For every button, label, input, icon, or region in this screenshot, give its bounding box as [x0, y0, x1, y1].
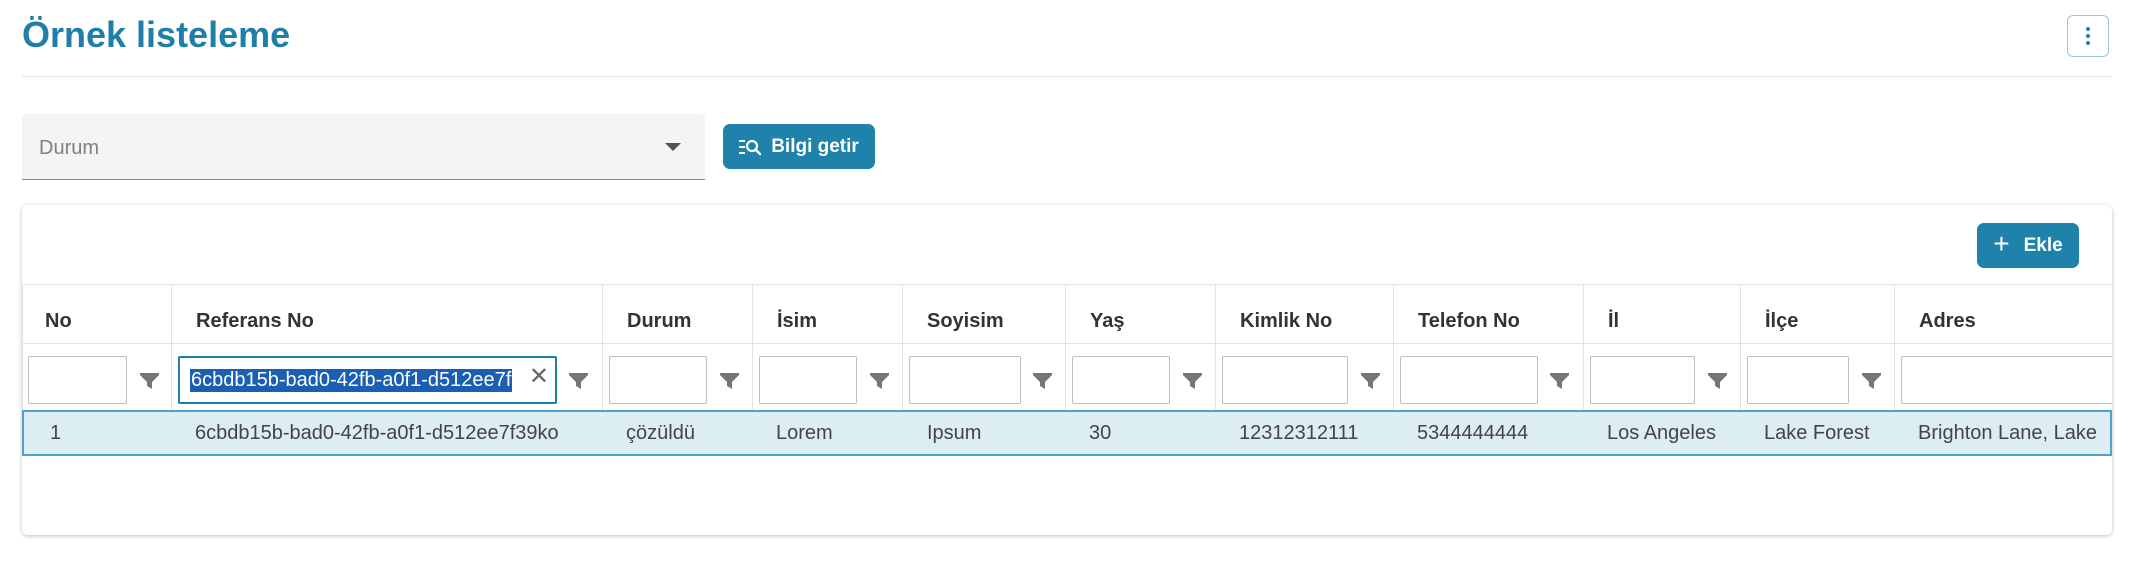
- filter-icon[interactable]: [1550, 373, 1569, 389]
- filter-input-address[interactable]: [1901, 356, 2112, 404]
- header-phone-no[interactable]: Telefon No: [1418, 310, 1520, 333]
- filter-input-id-no[interactable]: [1222, 356, 1348, 404]
- status-select-placeholder: Durum: [39, 137, 100, 159]
- column-district: İlçe: [1740, 284, 1894, 410]
- cell-status: çözüldü: [626, 422, 695, 444]
- add-button[interactable]: + Ekle: [1977, 223, 2079, 268]
- cell-surname: Ipsum: [927, 422, 982, 444]
- more-options-button[interactable]: [2067, 15, 2109, 57]
- filter-input-reference-no[interactable]: 6cbdb15b-bad0-42fb-a0f1-d512ee7f ✕: [178, 356, 557, 404]
- filter-icon[interactable]: [720, 373, 739, 389]
- column-id-no: Kimlik No: [1215, 284, 1393, 410]
- cell-age: 30: [1089, 422, 1112, 444]
- list-search-icon: [739, 139, 762, 155]
- column-no: No: [22, 284, 171, 410]
- filter-input-no[interactable]: [28, 356, 127, 404]
- add-label: Ekle: [2023, 234, 2063, 256]
- filter-icon[interactable]: [569, 373, 588, 389]
- cell-name: Lorem: [776, 422, 833, 444]
- filter-icon[interactable]: [1183, 373, 1202, 389]
- filter-selected-text: 6cbdb15b-bad0-42fb-a0f1-d512ee7f: [190, 369, 513, 392]
- filter-input-phone-no[interactable]: [1400, 356, 1538, 404]
- clear-icon[interactable]: ✕: [529, 365, 549, 389]
- header-status[interactable]: Durum: [627, 310, 691, 333]
- header-no[interactable]: No: [45, 310, 72, 333]
- data-card: + Ekle No Referans No 6cbdb15b-bad0-42fb…: [22, 205, 2112, 535]
- cell-phone-no: 5344444444: [1417, 422, 1529, 444]
- header-age[interactable]: Yaş: [1090, 310, 1124, 333]
- filter-icon[interactable]: [1862, 373, 1881, 389]
- filter-input-status[interactable]: [609, 356, 707, 404]
- filter-icon[interactable]: [1361, 373, 1380, 389]
- filter-icon[interactable]: [1033, 373, 1052, 389]
- cell-province: Los Angeles: [1607, 422, 1716, 444]
- column-name: İsim: [752, 284, 902, 410]
- title-divider: [22, 76, 2112, 77]
- column-province: İl: [1583, 284, 1740, 410]
- filter-input-district[interactable]: [1747, 356, 1849, 404]
- page-title: Örnek listeleme: [22, 14, 291, 55]
- cell-no: 1: [50, 422, 62, 444]
- filter-input-name[interactable]: [759, 356, 857, 404]
- filter-icon[interactable]: [870, 373, 889, 389]
- filter-input-province[interactable]: [1590, 356, 1695, 404]
- filter-icon[interactable]: [140, 373, 159, 389]
- header-province[interactable]: İl: [1608, 310, 1619, 333]
- header-name[interactable]: İsim: [777, 310, 817, 333]
- header-surname[interactable]: Soyisim: [927, 310, 1004, 333]
- plus-icon: +: [1993, 228, 2010, 259]
- column-status: Durum: [602, 284, 752, 410]
- filter-input-surname[interactable]: [909, 356, 1021, 404]
- cell-district: Lake Forest: [1764, 422, 1870, 444]
- column-phone-no: Telefon No: [1393, 284, 1583, 410]
- fetch-info-button[interactable]: Bilgi getir: [723, 124, 875, 169]
- filter-icon[interactable]: [1708, 373, 1727, 389]
- header-reference-no[interactable]: Referans No: [196, 310, 314, 333]
- column-age: Yaş: [1065, 284, 1215, 410]
- column-address: Adres: [1894, 284, 2112, 410]
- table-row[interactable]: 1 6cbdb15b-bad0-42fb-a0f1-d512ee7f39ko ç…: [22, 410, 2112, 456]
- header-district[interactable]: İlçe: [1765, 310, 1798, 333]
- header-address[interactable]: Adres: [1919, 310, 1976, 333]
- chevron-down-icon: [665, 143, 681, 151]
- status-select[interactable]: Durum: [22, 114, 705, 180]
- cell-reference-no: 6cbdb15b-bad0-42fb-a0f1-d512ee7f39ko: [195, 422, 559, 444]
- column-surname: Soyisim: [902, 284, 1065, 410]
- cell-id-no: 12312312111: [1239, 422, 1359, 444]
- column-reference-no: Referans No 6cbdb15b-bad0-42fb-a0f1-d512…: [171, 284, 602, 410]
- filter-input-age[interactable]: [1072, 356, 1170, 404]
- fetch-info-label: Bilgi getir: [771, 135, 859, 157]
- cell-address: Brighton Lane, Lake: [1918, 422, 2098, 444]
- more-vertical-icon: [2086, 27, 2090, 31]
- header-id-no[interactable]: Kimlik No: [1240, 310, 1332, 333]
